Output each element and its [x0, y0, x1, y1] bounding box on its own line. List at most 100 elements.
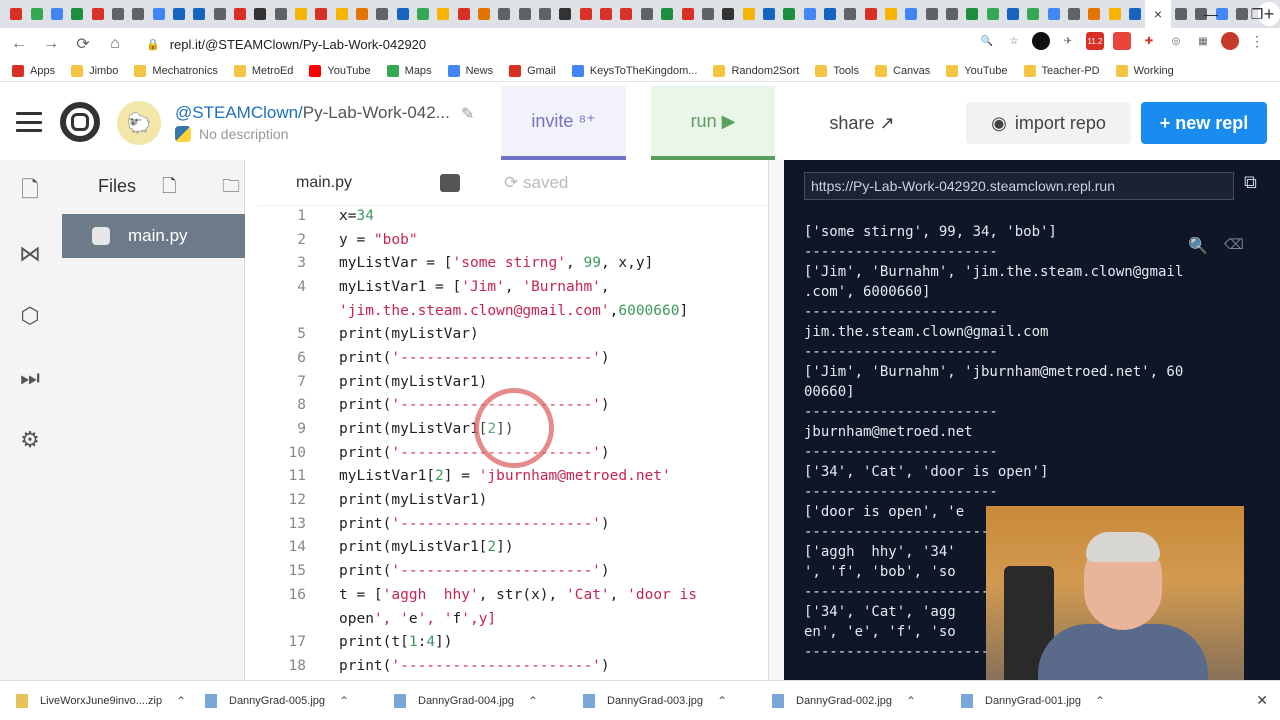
tab-favicon-icon[interactable]: [110, 5, 126, 23]
tab-favicon-icon[interactable]: [191, 5, 207, 23]
tab-favicon-icon[interactable]: [415, 5, 431, 23]
active-tab-close-button[interactable]: ×: [1145, 0, 1171, 28]
bookmark-item[interactable]: Tools: [815, 64, 859, 77]
tab-favicon-icon[interactable]: [354, 5, 370, 23]
bookmark-item[interactable]: Canvas: [875, 64, 930, 77]
home-icon[interactable]: ⌂: [102, 31, 128, 57]
tab-favicon-icon[interactable]: [781, 5, 797, 23]
download-item[interactable]: DannyGrad-002.jpg ⌃: [772, 693, 961, 708]
minimize-button[interactable]: —: [1188, 0, 1234, 28]
tab-favicon-icon[interactable]: [557, 5, 573, 23]
url-field[interactable]: 🔒 repl.it/@STEAMClown/Py-Lab-Work-042920: [138, 30, 1008, 58]
share-button[interactable]: share ↗: [800, 86, 924, 160]
tab-favicon-icon[interactable]: [374, 5, 390, 23]
chevron-up-icon[interactable]: ⌃: [1095, 694, 1105, 708]
debugger-icon[interactable]: ⏭: [16, 364, 44, 392]
tab-favicon-icon[interactable]: [578, 5, 594, 23]
bookmark-item[interactable]: Random2Sort: [713, 64, 799, 77]
tab-favicon-icon[interactable]: [659, 5, 675, 23]
tab-favicon-icon[interactable]: [700, 5, 716, 23]
tab-favicon-icon[interactable]: [1127, 5, 1143, 23]
code-line[interactable]: 'jim.the.steam.clown@gmail.com',6000660]: [258, 299, 758, 323]
code-line[interactable]: 2 y = "bob": [258, 228, 758, 252]
code-line[interactable]: 15 print('----------------------'): [258, 559, 758, 583]
tab-favicon-icon[interactable]: [69, 5, 85, 23]
code-line[interactable]: 7 print(myListVar1): [258, 370, 758, 394]
tab-favicon-icon[interactable]: [49, 5, 65, 23]
tab-favicon-icon[interactable]: [923, 5, 939, 23]
tab-favicon-icon[interactable]: [171, 5, 187, 23]
replit-logo[interactable]: [60, 102, 100, 142]
bookmark-item[interactable]: Maps: [386, 64, 432, 77]
download-item[interactable]: DannyGrad-001.jpg ⌃: [961, 693, 1150, 708]
run-button[interactable]: run ▶: [651, 86, 775, 160]
tab-favicon-icon[interactable]: [89, 5, 105, 23]
tab-favicon-icon[interactable]: [679, 5, 695, 23]
extension-icon[interactable]: [1032, 32, 1050, 50]
hamburger-icon[interactable]: [16, 112, 42, 132]
bookmark-item[interactable]: YouTube: [309, 64, 371, 77]
download-item[interactable]: DannyGrad-005.jpg ⌃: [205, 693, 394, 708]
files-icon[interactable]: 🗋: [16, 177, 44, 206]
new-folder-icon[interactable]: 🗀: [222, 174, 240, 204]
code-line[interactable]: 4 myListVar1 = ['Jim', 'Burnahm',: [258, 275, 758, 299]
chevron-up-icon[interactable]: ⌃: [339, 694, 349, 708]
chevron-up-icon[interactable]: ⌃: [717, 694, 727, 708]
bookmark-item[interactable]: Jimbo: [71, 64, 118, 77]
download-item[interactable]: DannyGrad-004.jpg ⌃: [394, 693, 583, 708]
code-line[interactable]: 6 print('----------------------'): [258, 346, 758, 370]
tab-favicon-icon[interactable]: [1046, 5, 1062, 23]
tab-favicon-icon[interactable]: [28, 5, 44, 23]
repl-description[interactable]: No description: [175, 126, 289, 142]
menu-icon[interactable]: ⋮: [1248, 32, 1266, 50]
badge-icon[interactable]: 11.2: [1086, 32, 1104, 50]
code-line[interactable]: 3 myListVar = ['some stirng', 99, x,y]: [258, 251, 758, 275]
invite-button[interactable]: invite ⁸⁺: [501, 86, 626, 160]
avatar[interactable]: 🐑: [117, 101, 161, 145]
tab-favicon-icon[interactable]: [903, 5, 919, 23]
tab-favicon-icon[interactable]: [313, 5, 329, 23]
tab-favicon-icon[interactable]: [211, 5, 227, 23]
code-line[interactable]: 14 print(myListVar1[2]): [258, 536, 758, 560]
close-downloads-button[interactable]: ✕: [1256, 692, 1268, 709]
tab-favicon-icon[interactable]: [801, 5, 817, 23]
tab-favicon-icon[interactable]: [1173, 5, 1189, 23]
bookmark-item[interactable]: MetroEd: [233, 64, 293, 77]
new-repl-button[interactable]: + new repl: [1141, 102, 1267, 144]
share-icon[interactable]: ⋈: [16, 240, 44, 268]
tab-favicon-icon[interactable]: [232, 5, 248, 23]
code-line[interactable]: 12 print(myListVar1): [258, 488, 758, 512]
tab-favicon-icon[interactable]: [985, 5, 1001, 23]
bookmark-item[interactable]: News: [447, 64, 493, 77]
tab-favicon-icon[interactable]: [435, 5, 451, 23]
profile-avatar[interactable]: [1221, 32, 1239, 50]
chevron-up-icon[interactable]: ⌃: [176, 694, 186, 708]
new-file-icon[interactable]: 🗋: [162, 174, 176, 204]
chevron-up-icon[interactable]: ⌃: [528, 694, 538, 708]
settings-icon[interactable]: ⚙: [16, 426, 44, 454]
tab-favicon-icon[interactable]: [252, 5, 268, 23]
code-line[interactable]: 16 t = ['aggh hhy', str(x), 'Cat', 'door …: [258, 583, 758, 607]
tab-favicon-icon[interactable]: [293, 5, 309, 23]
tab-favicon-icon[interactable]: [618, 5, 634, 23]
packages-icon[interactable]: ⬡: [16, 302, 44, 330]
forward-icon[interactable]: →: [38, 31, 64, 57]
tab-favicon-icon[interactable]: [639, 5, 655, 23]
tab-favicon-icon[interactable]: [1066, 5, 1082, 23]
tab-favicon-icon[interactable]: [8, 5, 24, 23]
tab-favicon-icon[interactable]: [476, 5, 492, 23]
extension-icon[interactable]: ✚: [1140, 32, 1158, 50]
bookmark-item[interactable]: Gmail: [509, 64, 556, 77]
tab-favicon-icon[interactable]: [272, 5, 288, 23]
code-line[interactable]: 5 print(myListVar): [258, 322, 758, 346]
tab-favicon-icon[interactable]: [130, 5, 146, 23]
code-line[interactable]: 10 print('----------------------'): [258, 441, 758, 465]
tab-favicon-icon[interactable]: [761, 5, 777, 23]
pane-divider[interactable]: [768, 160, 784, 680]
chevron-up-icon[interactable]: ⌃: [906, 694, 916, 708]
tab-favicon-icon[interactable]: [395, 5, 411, 23]
bookmark-item[interactable]: Teacher-PD: [1023, 64, 1100, 77]
tab-favicon-icon[interactable]: [964, 5, 980, 23]
tab-favicon-icon[interactable]: [822, 5, 838, 23]
import-repo-button[interactable]: ◉ import repo: [966, 102, 1131, 144]
